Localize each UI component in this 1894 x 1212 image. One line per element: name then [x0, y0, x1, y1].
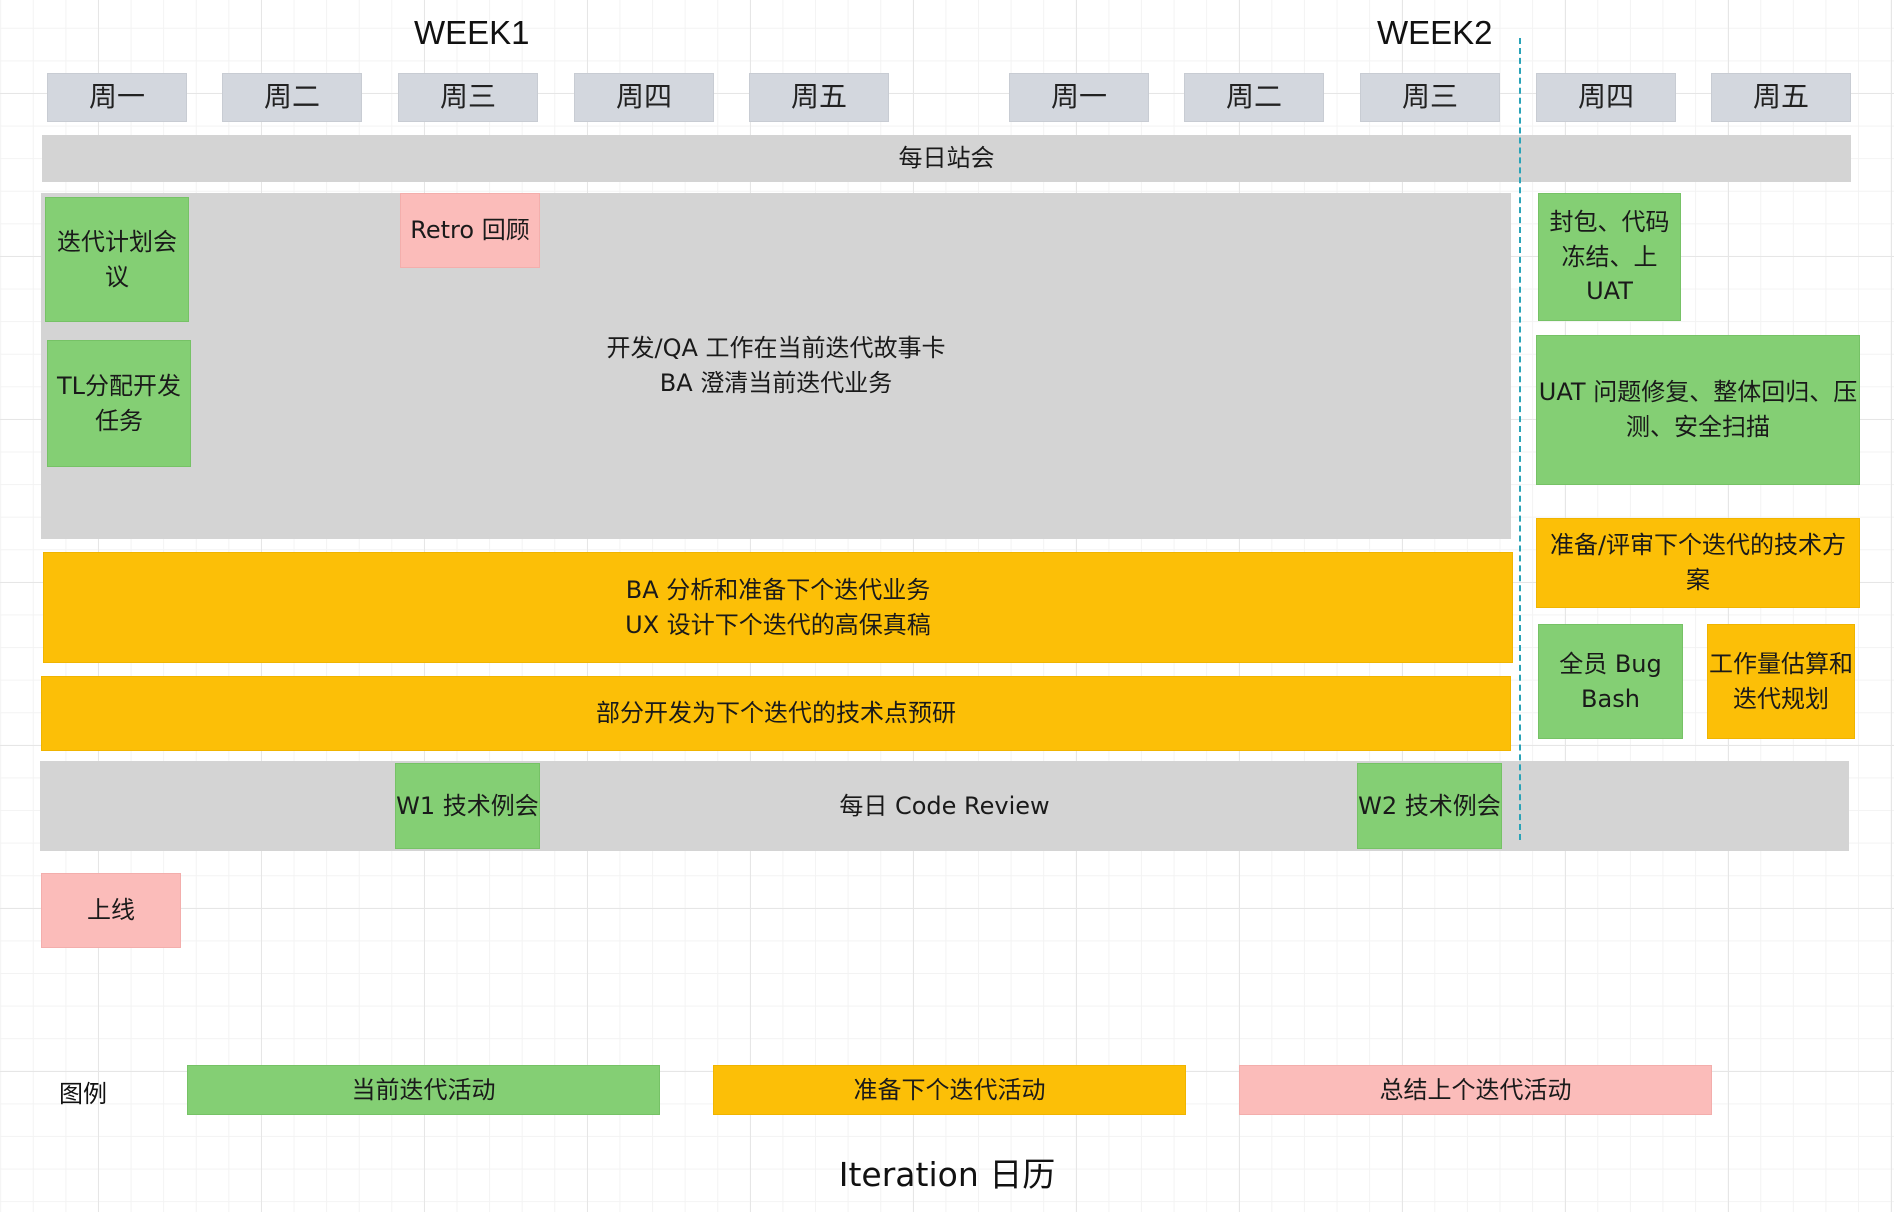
diagram-title: Iteration 日历: [838, 1155, 1056, 1194]
day-header-w2-mon: 周一: [1009, 73, 1149, 122]
freeze-uat-block: 封包、代码 冻结、上 UAT: [1538, 193, 1681, 321]
tech-solution-review-block: 准备/评审下个迭代的技术方 案: [1536, 518, 1860, 608]
w1-tech-meeting: W1 技术例会: [395, 763, 540, 849]
day-header-w1-fri: 周五: [749, 73, 889, 122]
week2-label: WEEK2: [1377, 14, 1493, 51]
release-block: 上线: [41, 873, 181, 948]
day-header-w2-wed: 周三: [1360, 73, 1500, 122]
day-header-w1-mon: 周一: [47, 73, 187, 122]
day-header-w2-thu: 周四: [1536, 73, 1676, 122]
iteration-planning-meeting: 迭代计划会 议: [45, 197, 189, 322]
estimation-planning-block: 工作量估算和 迭代规划: [1707, 624, 1855, 739]
week1-label: WEEK1: [414, 14, 530, 51]
week-divider-line: [1519, 38, 1521, 840]
daily-standup-bar: 每日站会: [42, 135, 1851, 182]
uat-fix-regression-block: UAT 问题修复、整体回归、压 测、安全扫描: [1536, 335, 1860, 485]
day-header-w2-tue: 周二: [1184, 73, 1324, 122]
day-header-w1-wed: 周三: [398, 73, 538, 122]
w2-tech-meeting: W2 技术例会: [1357, 763, 1502, 849]
retro-meeting: Retro 回顾: [400, 193, 540, 268]
day-header-w1-tue: 周二: [222, 73, 362, 122]
legend-previous-iteration: 总结上个迭代活动: [1239, 1065, 1712, 1115]
dev-qa-work-block: 开发/QA 工作在当前迭代故事卡 BA 澄清当前迭代业务: [41, 193, 1511, 539]
day-header-w2-fri: 周五: [1711, 73, 1851, 122]
tech-research-bar: 部分开发为下个迭代的技术点预研: [41, 676, 1511, 751]
ba-ux-next-iteration-bar: BA 分析和准备下个迭代业务 UX 设计下个迭代的高保真稿: [43, 552, 1513, 663]
legend-next-iteration: 准备下个迭代活动: [713, 1065, 1186, 1115]
daily-code-review-bar: 每日 Code Review: [40, 761, 1849, 851]
day-header-w1-thu: 周四: [574, 73, 714, 122]
legend-current-iteration: 当前迭代活动: [187, 1065, 660, 1115]
bug-bash-block: 全员 Bug Bash: [1538, 624, 1683, 739]
tl-assign-tasks: TL分配开发 任务: [47, 340, 191, 467]
legend-label: 图例: [59, 1080, 107, 1108]
